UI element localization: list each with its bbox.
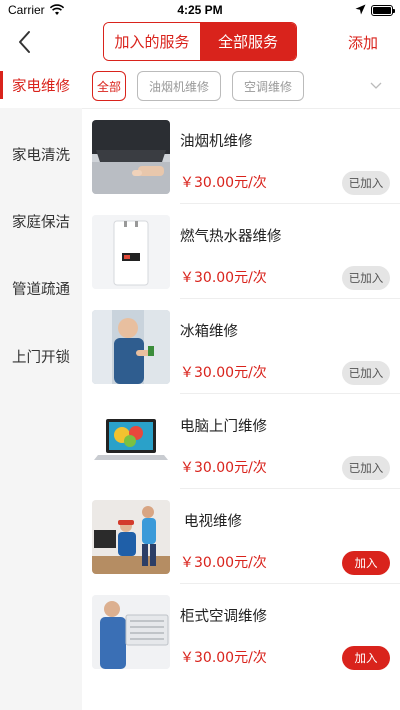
status-bar: Carrier 4:25 PM: [0, 0, 400, 22]
service-name: 柜式空调维修: [180, 609, 267, 625]
tab-joined-services[interactable]: 加入的服务: [104, 23, 200, 60]
added-button[interactable]: 已加入: [342, 266, 390, 290]
list-item[interactable]: 燃气热水器维修 ￥30.00元/次 已加入: [82, 205, 400, 299]
added-button[interactable]: 已加入: [342, 361, 390, 385]
service-price: ￥30.00元/次: [180, 650, 267, 666]
list-item[interactable]: 冰箱维修 ￥30.00元/次 已加入: [82, 300, 400, 394]
sidebar-item-appliance-cleaning[interactable]: 家电清洗: [0, 131, 82, 177]
sidebar-item-pipe-unclogging[interactable]: 管道疏通: [0, 265, 82, 311]
added-button[interactable]: 已加入: [342, 171, 390, 195]
location-arrow-icon: [355, 4, 366, 15]
sidebar-item-label: 家庭保洁: [12, 214, 70, 231]
divider: [180, 298, 400, 299]
tv-repair-image: [92, 500, 170, 574]
list-item[interactable]: 油烟机维修 ￥30.00元/次 已加入: [82, 110, 400, 204]
sidebar-item-label: 管道疏通: [12, 281, 70, 298]
added-button[interactable]: 已加入: [342, 456, 390, 480]
service-name: 电视维修: [184, 514, 242, 530]
add-button[interactable]: 添加: [348, 32, 378, 53]
chevron-left-icon: [19, 31, 30, 53]
laptop-image: [92, 405, 170, 479]
service-price: ￥30.00元/次: [180, 460, 267, 476]
active-indicator: [0, 71, 3, 99]
sidebar-item-locksmith[interactable]: 上门开锁: [0, 333, 82, 379]
chip-ac-repair[interactable]: 空调维修: [232, 71, 304, 101]
fridge-repair-image: [92, 310, 170, 384]
divider: [180, 583, 400, 584]
sidebar-item-house-cleaning[interactable]: 家庭保洁: [0, 198, 82, 244]
service-name: 电脑上门维修: [180, 419, 267, 435]
category-sidebar: 家电维修 家电清洗 家庭保洁 管道疏通 上门开锁: [0, 62, 82, 710]
sidebar-item-label: 家电清洗: [12, 147, 70, 164]
sidebar-item-appliance-repair[interactable]: 家电维修: [0, 62, 82, 108]
service-price: ￥30.00元/次: [180, 555, 267, 571]
ac-repair-image: [92, 595, 170, 669]
add-service-button[interactable]: 加入: [342, 646, 390, 670]
sidebar-item-label: 家电维修: [12, 78, 70, 95]
list-item[interactable]: 柜式空调维修 ￥30.00元/次 加入: [82, 585, 400, 679]
tab-all-services[interactable]: 全部服务: [200, 23, 296, 60]
back-button[interactable]: [12, 28, 38, 56]
service-price: ￥30.00元/次: [180, 175, 267, 191]
battery-icon: [371, 5, 395, 16]
service-name: 冰箱维修: [180, 324, 238, 340]
service-name: 油烟机维修: [180, 134, 253, 150]
divider: [180, 203, 400, 204]
chip-all[interactable]: 全部: [92, 71, 126, 101]
list-item[interactable]: 电脑上门维修 ￥30.00元/次 已加入: [82, 395, 400, 489]
divider: [82, 108, 400, 109]
clock: 4:25 PM: [177, 3, 223, 17]
service-price: ￥30.00元/次: [180, 365, 267, 381]
service-price: ￥30.00元/次: [180, 270, 267, 286]
service-segmented-control: 加入的服务 全部服务: [103, 22, 297, 61]
divider: [180, 393, 400, 394]
range-hood-image: [92, 120, 170, 194]
water-heater-image: [92, 215, 170, 289]
chevron-down-icon[interactable]: [370, 80, 382, 90]
service-name: 燃气热水器维修: [180, 229, 282, 245]
chip-range-hood-repair[interactable]: 油烟机维修: [137, 71, 221, 101]
divider: [180, 488, 400, 489]
nav-bar: 加入的服务 全部服务 添加: [0, 22, 400, 62]
list-item[interactable]: 电视维修 ￥30.00元/次 加入: [82, 490, 400, 584]
sidebar-item-label: 上门开锁: [12, 349, 70, 366]
add-service-button[interactable]: 加入: [342, 551, 390, 575]
